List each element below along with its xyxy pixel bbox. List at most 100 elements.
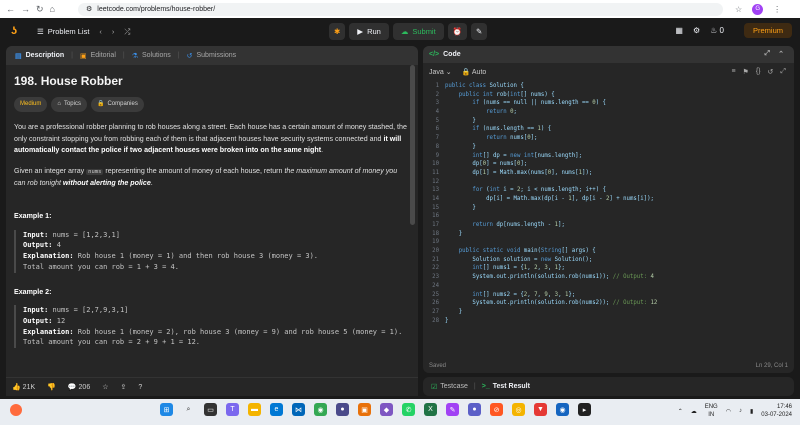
format-icon[interactable]: ≡: [731, 68, 735, 76]
code-line[interactable]: 3 if (nums == null || nums.length == 0) …: [423, 99, 794, 108]
timer-button[interactable]: ⏰: [447, 23, 468, 40]
cloud-icon[interactable]: ☁: [691, 408, 697, 415]
address-bar[interactable]: ⚙ leetcode.com/problems/house-robber/: [78, 2, 723, 16]
tab-testcase[interactable]: ☑ Testcase: [431, 383, 468, 391]
code-line[interactable]: 17 return dp[nums.length - 1];: [423, 221, 794, 230]
code-editor[interactable]: 1 public class Solution {2 public int rob…: [423, 82, 794, 352]
bookmark-star-icon[interactable]: ☆: [735, 5, 742, 14]
app-icon-7[interactable]: ◎: [512, 403, 525, 416]
reload-icon[interactable]: ↻: [36, 4, 44, 15]
app-icon-8[interactable]: ▼: [534, 403, 547, 416]
home-icon[interactable]: ⌂: [50, 4, 55, 15]
code-line[interactable]: 19: [423, 238, 794, 247]
code-line[interactable]: 14 dp[i] = Math.max(dp[i - 1], dp[i - 2]…: [423, 195, 794, 204]
code-line[interactable]: 20 public static void main(String[] args…: [423, 247, 794, 256]
collapse-icon[interactable]: ⌃: [778, 50, 784, 58]
notes-button[interactable]: ✎: [471, 23, 488, 40]
code-line[interactable]: 16: [423, 212, 794, 221]
bookmark-icon[interactable]: ⚑: [743, 68, 749, 76]
next-problem-icon[interactable]: ›: [112, 27, 115, 36]
maximize-icon[interactable]: ⤢: [765, 50, 771, 58]
code-line[interactable]: 22 int[] nums1 = {1, 2, 3, 1};: [423, 264, 794, 273]
app-icon-3[interactable]: ◆: [380, 403, 393, 416]
tab-description[interactable]: ▤ Description: [12, 52, 67, 60]
description-scrollbar[interactable]: [410, 65, 415, 225]
app-icon-4[interactable]: ✎: [446, 403, 459, 416]
streak-counter[interactable]: ♨ 0: [710, 26, 724, 35]
code-line[interactable]: 24: [423, 282, 794, 291]
code-line[interactable]: 6 if (nums.length == 1) {: [423, 125, 794, 134]
prev-problem-icon[interactable]: ‹: [99, 27, 102, 36]
settings-gear-icon[interactable]: ⚙: [693, 26, 700, 35]
forward-arrow-icon[interactable]: →: [21, 4, 30, 15]
task-view-icon[interactable]: ▭: [204, 403, 217, 416]
leetcode-logo-icon[interactable]: ʖ: [11, 25, 25, 39]
wifi-icon[interactable]: ◠: [726, 408, 731, 415]
teams-icon[interactable]: T: [226, 403, 239, 416]
topics-badge[interactable]: ⌂ Topics: [51, 97, 87, 113]
clock[interactable]: 17:46 03-07-2024: [761, 403, 792, 419]
language-indicator[interactable]: ENG IN: [705, 403, 718, 419]
code-line[interactable]: 26 System.out.println(solution.rob(nums2…: [423, 299, 794, 308]
code-line[interactable]: 9 int[] dp = new int[nums.length];: [423, 152, 794, 161]
dislike-icon[interactable]: 👎: [47, 383, 56, 391]
vscode-icon[interactable]: ⋈: [292, 403, 305, 416]
comments-button[interactable]: 💬 206: [68, 383, 90, 391]
file-explorer-icon[interactable]: ▬: [248, 403, 261, 416]
terminal-app-icon[interactable]: ▸: [578, 403, 591, 416]
code-line[interactable]: 27 }: [423, 308, 794, 317]
whatsapp-icon[interactable]: ✆: [402, 403, 415, 416]
premium-button[interactable]: Premium: [743, 23, 792, 38]
companies-badge[interactable]: 🔒 Companies: [90, 97, 144, 113]
debug-button[interactable]: ✱: [329, 23, 346, 40]
difficulty-badge[interactable]: Medium: [14, 97, 48, 113]
tab-test-result[interactable]: >_ Test Result: [482, 383, 530, 390]
language-select[interactable]: Java ⌄: [429, 68, 452, 76]
code-line[interactable]: 10 dp[0] = nums[0];: [423, 160, 794, 169]
favorite-star-icon[interactable]: ☆: [102, 383, 108, 391]
code-line[interactable]: 11 dp[1] = Math.max(nums[0], nums[1]);: [423, 169, 794, 178]
code-line[interactable]: 25 int[] nums2 = {2, 7, 9, 3, 1};: [423, 291, 794, 300]
app-icon-1[interactable]: ●: [336, 403, 349, 416]
code-line[interactable]: 5 }: [423, 117, 794, 126]
layout-grid-icon[interactable]: ▦: [675, 26, 683, 35]
run-button[interactable]: ▶ Run: [349, 23, 389, 40]
fullscreen-icon[interactable]: ⤢: [780, 68, 786, 76]
help-icon[interactable]: ?: [138, 384, 142, 391]
search-icon[interactable]: ⌕: [182, 403, 195, 416]
code-line[interactable]: 23 System.out.println(solution.rob(nums1…: [423, 273, 794, 282]
browser-menu-icon[interactable]: ⋮: [773, 5, 781, 14]
code-line[interactable]: 18 }: [423, 230, 794, 239]
windows-start-icon[interactable]: ⊞: [160, 403, 173, 416]
tab-editorial[interactable]: ▣ Editorial: [77, 52, 119, 60]
app-icon-9[interactable]: ◉: [556, 403, 569, 416]
app-icon-5[interactable]: ●: [468, 403, 481, 416]
code-line[interactable]: 21 Solution solution = new Solution();: [423, 256, 794, 265]
code-line[interactable]: 8 }: [423, 143, 794, 152]
mode-toggle[interactable]: 🔒 Auto: [462, 68, 487, 76]
code-line[interactable]: 1 public class Solution {: [423, 82, 794, 91]
code-line[interactable]: 13 for (int i = 2; i < nums.length; i++)…: [423, 186, 794, 195]
site-info-icon[interactable]: ⚙: [86, 5, 92, 13]
reset-icon[interactable]: ↺: [768, 68, 774, 76]
weather-widget-icon[interactable]: [10, 404, 22, 416]
tray-chevron-icon[interactable]: ⌃: [678, 408, 683, 415]
profile-avatar[interactable]: G: [752, 3, 764, 15]
submit-button[interactable]: ☁ Submit: [392, 23, 444, 40]
excel-icon[interactable]: X: [424, 403, 437, 416]
code-line[interactable]: 2 public int rob(int[] nums) {: [423, 91, 794, 100]
like-button[interactable]: 👍 21K: [12, 383, 35, 391]
volume-icon[interactable]: ♪: [739, 408, 742, 414]
code-line[interactable]: 15 }: [423, 204, 794, 213]
code-line[interactable]: 12: [423, 178, 794, 187]
code-line[interactable]: 28}: [423, 317, 794, 326]
code-line[interactable]: 4 return 0;: [423, 108, 794, 117]
shuffle-icon[interactable]: ⤮: [124, 27, 130, 37]
edge-icon[interactable]: e: [270, 403, 283, 416]
tab-submissions[interactable]: ↺ Submissions: [184, 52, 240, 60]
tab-solutions[interactable]: ⚗ Solutions: [129, 52, 174, 60]
problem-list-button[interactable]: ☰ Problem List: [37, 27, 89, 36]
share-icon[interactable]: ⇪: [121, 383, 127, 391]
app-icon-6[interactable]: ⊘: [490, 403, 503, 416]
app-icon-2[interactable]: ▣: [358, 403, 371, 416]
